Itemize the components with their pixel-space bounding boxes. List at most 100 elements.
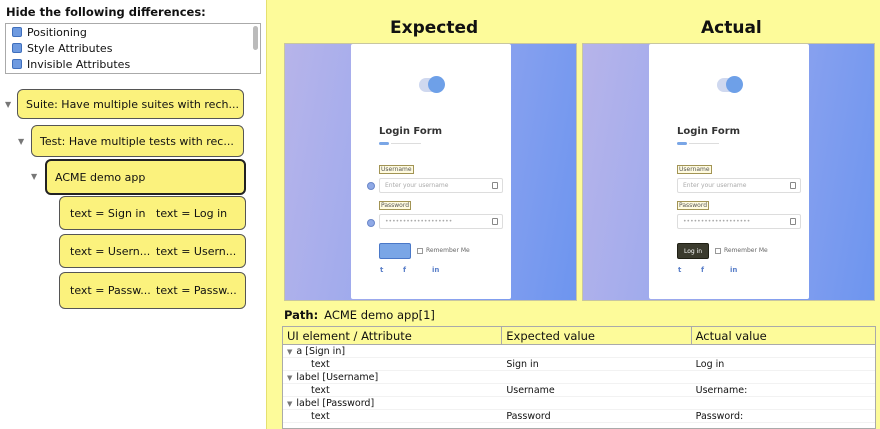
lock-icon xyxy=(367,219,375,227)
diff-actual: text = Usern... xyxy=(156,244,237,258)
filter-label: Style Attributes xyxy=(27,41,113,55)
table-row[interactable]: ▼ label [Password] xyxy=(283,397,875,410)
diff-actual: text = Log in xyxy=(156,206,228,220)
login-card: Login Form Username Enter your username … xyxy=(649,44,809,299)
test-label: Test: Have multiple tests with rec... xyxy=(40,134,234,148)
linkedin-icon: in xyxy=(432,266,440,274)
expand-triangle-icon[interactable]: ▼ xyxy=(18,137,24,146)
remember-label: Remember Me xyxy=(724,247,768,254)
expand-triangle-icon[interactable]: ▼ xyxy=(287,348,292,356)
expected-title: Expected xyxy=(390,18,479,38)
filter-positioning[interactable]: Positioning xyxy=(6,24,260,40)
diff-expected: text = Usern... xyxy=(70,244,151,258)
form-title: Login Form xyxy=(677,126,741,137)
element-cell: ▼ label [Password] xyxy=(283,398,502,409)
filter-label: Invisible Attributes xyxy=(27,57,131,71)
tree-node-diff[interactable]: text = Sign in text = Log in xyxy=(59,196,246,230)
remember-me: Remember Me xyxy=(417,247,470,254)
filter-list: Positioning Style Attributes Invisible A… xyxy=(5,23,261,74)
diff-expected: text = Sign in xyxy=(70,206,146,220)
column-header[interactable]: Actual value xyxy=(692,327,875,345)
tree-node-app[interactable]: ACME demo app xyxy=(45,159,246,195)
element-cell: text xyxy=(311,358,330,370)
remember-me: Remember Me xyxy=(715,247,768,254)
field-icon xyxy=(492,218,498,225)
title-underline xyxy=(379,142,389,145)
username-field: Enter your username xyxy=(677,178,801,193)
tree-node-diff[interactable]: text = Usern... text = Usern... xyxy=(59,234,246,268)
password-field: ••••••••••••••••••• xyxy=(379,214,503,229)
tree-node-suite[interactable]: Suite: Have multiple suites with rech... xyxy=(17,89,244,119)
path-line: Path: ACME demo app[1] xyxy=(284,308,435,322)
tree-node-diff[interactable]: text = Passw... text = Passw... xyxy=(59,272,246,309)
filter-scrollbar[interactable] xyxy=(253,26,258,50)
expand-triangle-icon[interactable]: ▼ xyxy=(287,374,292,382)
column-header[interactable]: Expected value xyxy=(502,327,692,345)
user-icon xyxy=(367,182,375,190)
checkbox-icon xyxy=(417,247,423,254)
facebook-icon: f xyxy=(701,266,705,274)
log-in-button: Log in xyxy=(677,243,709,259)
twitter-icon: t xyxy=(380,266,384,274)
form-title: Login Form xyxy=(379,126,443,137)
login-card: Login Form Username Enter your username … xyxy=(351,44,511,299)
checkbox-icon[interactable] xyxy=(12,27,22,37)
username-placeholder: Enter your username xyxy=(385,182,449,189)
actual-cell: Log in xyxy=(695,358,725,370)
element-name: label [Username] xyxy=(296,371,379,383)
username-label: Username xyxy=(379,165,414,174)
field-icon xyxy=(790,182,796,189)
actual-screenshot: Login Form Username Enter your username … xyxy=(582,43,875,301)
filter-style-attributes[interactable]: Style Attributes xyxy=(6,40,260,56)
app-label: ACME demo app xyxy=(55,170,146,184)
diff-actual: text = Passw... xyxy=(156,284,237,297)
actual-title: Actual xyxy=(701,18,762,38)
actual-cell: Password: xyxy=(695,410,744,422)
title-divider xyxy=(391,143,421,144)
element-cell: ▼ a [Sign in] xyxy=(283,346,502,357)
actual-cell: Username: xyxy=(695,384,748,396)
expected-cell: Sign in xyxy=(506,358,539,370)
checkbox-icon[interactable] xyxy=(12,43,22,53)
filters-title: Hide the following differences: xyxy=(6,5,206,19)
expected-cell: Password xyxy=(506,410,551,422)
element-cell: text xyxy=(311,384,330,396)
username-field: Enter your username xyxy=(379,178,503,193)
username-placeholder: Enter your username xyxy=(683,182,747,189)
toggle-icon xyxy=(419,76,445,93)
table-row[interactable]: text Password Password: xyxy=(283,410,875,423)
table-row[interactable]: ▼ a [Sign in] xyxy=(283,345,875,358)
linkedin-icon: in xyxy=(730,266,738,274)
tree-node-test[interactable]: Test: Have multiple tests with rec... xyxy=(31,125,244,157)
toggle-icon xyxy=(717,76,743,93)
checkbox-icon[interactable] xyxy=(12,59,22,69)
expand-triangle-icon[interactable]: ▼ xyxy=(31,172,37,181)
checkbox-icon xyxy=(715,247,721,254)
expected-cell: Username xyxy=(506,384,555,396)
password-value: ••••••••••••••••••• xyxy=(385,218,453,225)
element-cell: ▼ label [Username] xyxy=(283,372,502,383)
filter-label: Positioning xyxy=(27,25,87,39)
table-row[interactable]: ▼ label [Username] xyxy=(283,371,875,384)
column-header[interactable]: UI element / Attribute xyxy=(283,327,503,345)
username-label: Username xyxy=(677,165,712,174)
expand-triangle-icon[interactable]: ▼ xyxy=(287,400,292,408)
field-icon xyxy=(492,182,498,189)
suite-label: Suite: Have multiple suites with rech... xyxy=(26,97,239,111)
password-field: ••••••••••••••••••• xyxy=(677,214,801,229)
table-row[interactable]: text Username Username: xyxy=(283,384,875,397)
table-row[interactable]: text Sign in Log in xyxy=(283,358,875,371)
expand-triangle-icon[interactable]: ▼ xyxy=(5,100,11,109)
password-label: Password xyxy=(379,201,412,210)
path-value: ACME demo app[1] xyxy=(324,308,435,322)
comparison-panel: Expected Actual Login Form Username Ente… xyxy=(266,0,880,429)
title-divider xyxy=(689,143,719,144)
sign-in-button xyxy=(379,243,411,259)
password-value: ••••••••••••••••••• xyxy=(683,218,751,225)
field-icon xyxy=(790,218,796,225)
title-underline xyxy=(677,142,687,145)
left-panel: Hide the following differences: Position… xyxy=(0,0,266,429)
filter-invisible-attributes[interactable]: Invisible Attributes xyxy=(6,56,260,72)
password-label: Password xyxy=(677,201,710,210)
facebook-icon: f xyxy=(403,266,407,274)
